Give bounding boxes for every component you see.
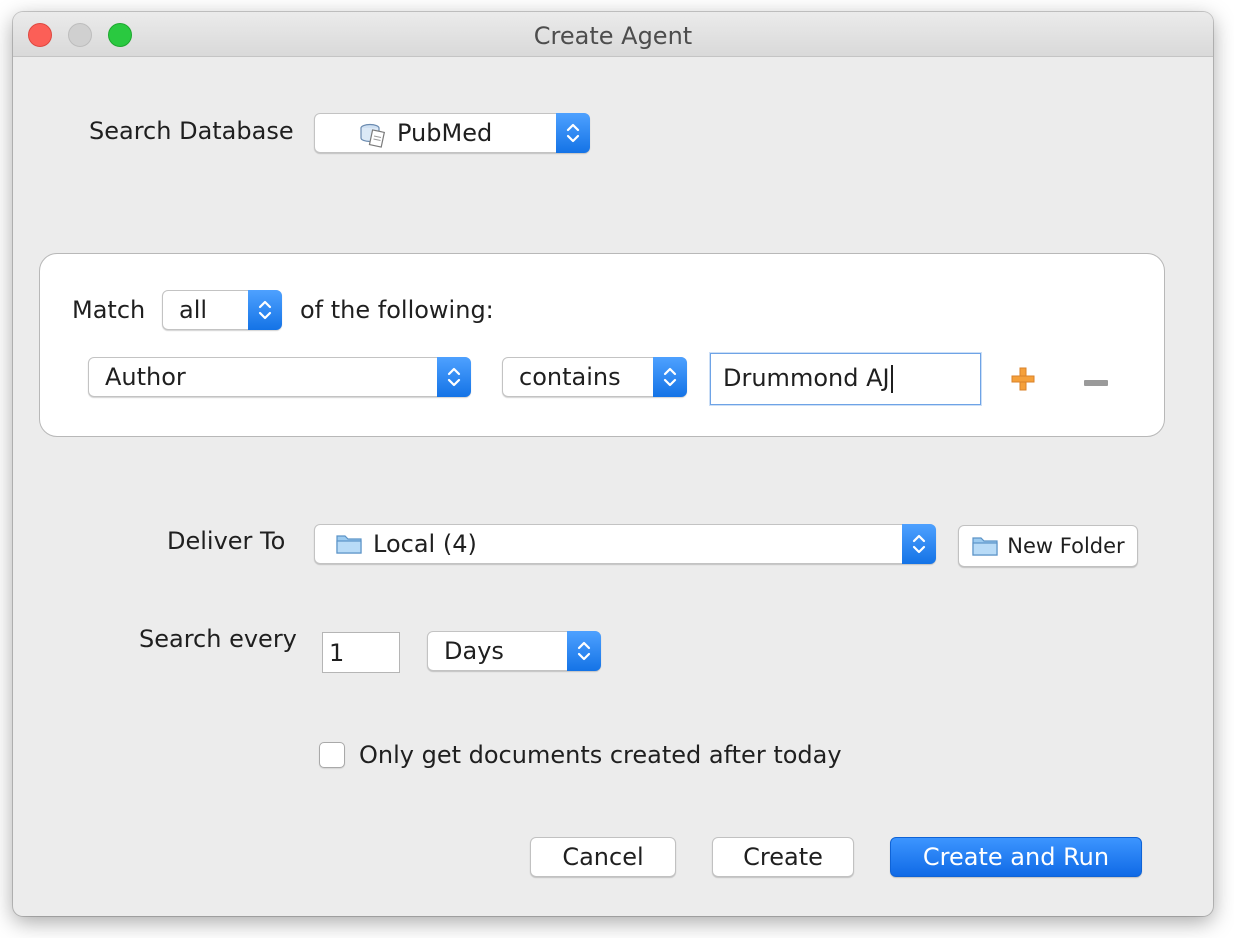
updown-chevron-icon [566,123,580,143]
create-agent-dialog: Create Agent Search Database PubMed Matc… [13,12,1213,916]
following-label: of the following: [300,296,494,324]
match-label: Match [72,296,146,324]
search-unit-value: Days [444,637,504,665]
match-select[interactable]: all [162,290,282,330]
plus-icon[interactable] [1010,366,1036,396]
criteria-panel: Match all of the following: Author conta… [39,253,1165,437]
criteria-operator-value: contains [519,363,621,391]
create-button[interactable]: Create [712,837,854,877]
only-new-documents-checkbox[interactable] [319,742,345,768]
new-folder-button[interactable]: New Folder [958,525,1138,567]
criteria-field-select[interactable]: Author [88,357,471,397]
updown-chevron-icon [663,367,677,387]
search-unit-select[interactable]: Days [427,631,601,671]
search-every-label: Search every [139,625,297,653]
updown-chevron-icon [912,534,926,554]
criteria-operator-stepper[interactable] [653,357,687,397]
window-title: Create Agent [533,22,693,50]
folder-icon [971,534,999,558]
search-interval-value: 1 [329,638,345,667]
updown-chevron-icon [258,300,272,320]
cancel-button[interactable]: Cancel [530,837,676,877]
new-folder-label: New Folder [1007,534,1125,558]
search-database-select[interactable]: PubMed [314,113,590,153]
search-database-value: PubMed [397,119,493,147]
updown-chevron-icon [577,641,591,661]
criteria-value-input[interactable]: Drummond AJ [710,353,981,405]
match-value: all [179,296,208,324]
criteria-operator-select[interactable]: contains [502,357,687,397]
updown-chevron-icon [447,367,461,387]
create-and-run-button[interactable]: Create and Run [890,837,1142,877]
database-document-icon [359,122,387,152]
search-database-stepper[interactable] [556,113,590,153]
title-bar: Create Agent [13,12,1213,57]
deliver-to-value: Local (4) [373,530,477,558]
only-new-documents-label[interactable]: Only get documents created after today [359,741,842,769]
deliver-to-select[interactable]: Local (4) [314,524,936,564]
criteria-field-value: Author [105,363,186,391]
minus-icon[interactable] [1083,373,1109,392]
search-database-label: Search Database [89,117,294,145]
criteria-value-text: Drummond AJ [723,364,890,392]
search-unit-stepper[interactable] [567,631,601,671]
match-stepper[interactable] [248,290,282,330]
deliver-to-stepper[interactable] [902,524,936,564]
folder-icon [335,532,363,560]
criteria-field-stepper[interactable] [437,357,471,397]
text-caret [890,365,893,393]
search-interval-input[interactable]: 1 [322,632,400,673]
deliver-to-label: Deliver To [167,527,286,555]
